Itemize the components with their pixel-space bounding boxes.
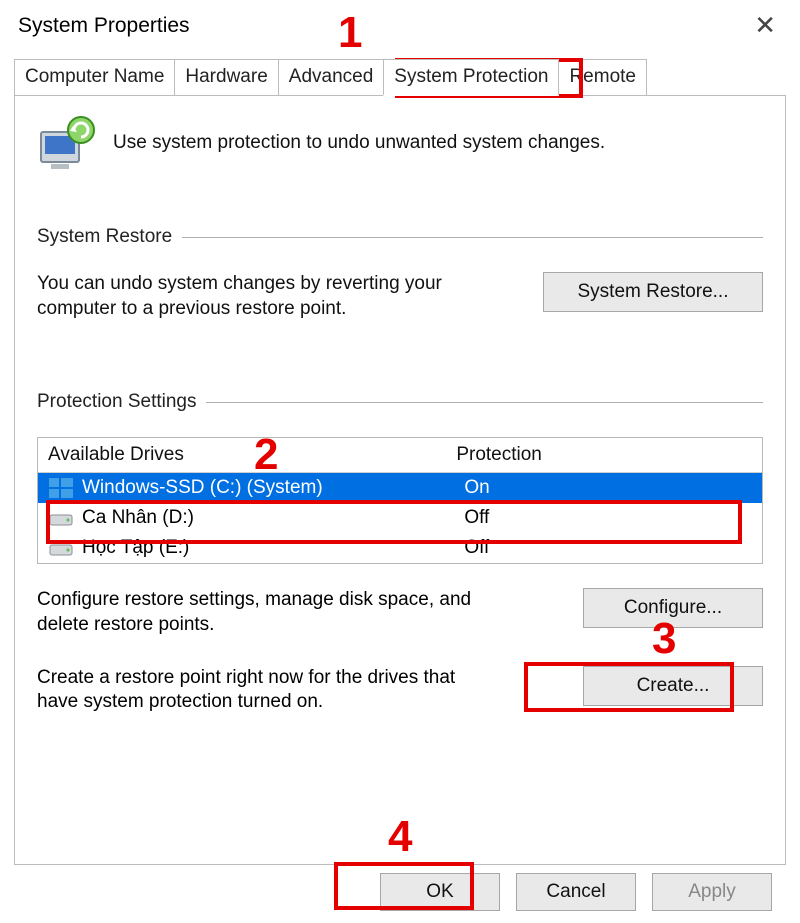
intro-text: Use system protection to undo unwanted s… <box>113 132 605 154</box>
group-protection-title: Protection Settings <box>37 391 196 413</box>
drive-row[interactable]: Học Tập (E:) Off <box>38 533 762 563</box>
cancel-button[interactable]: Cancel <box>516 873 636 911</box>
system-protection-icon <box>37 114 97 172</box>
drives-listbox: Available Drives Protection Windows-SSD … <box>37 437 763 564</box>
tab-hardware[interactable]: Hardware <box>174 59 278 96</box>
drive-label: Ca Nhân (D:) <box>82 507 456 529</box>
system-restore-button[interactable]: System Restore... <box>543 272 763 312</box>
group-restore-title: System Restore <box>37 226 172 248</box>
tab-computer-name[interactable]: Computer Name <box>14 59 175 96</box>
drive-protection: Off <box>464 507 752 529</box>
drive-label: Học Tập (E:) <box>82 537 456 559</box>
tab-remote[interactable]: Remote <box>558 59 647 96</box>
configure-description: Configure restore settings, manage disk … <box>37 588 487 637</box>
configure-button[interactable]: Configure... <box>583 588 763 628</box>
ok-button[interactable]: OK <box>380 873 500 911</box>
apply-button[interactable]: Apply <box>652 873 772 911</box>
create-button[interactable]: Create... <box>583 666 763 706</box>
drive-protection: Off <box>464 537 752 559</box>
create-description: Create a restore point right now for the… <box>37 666 487 715</box>
drive-protection: On <box>464 477 752 499</box>
tab-advanced[interactable]: Advanced <box>278 59 385 96</box>
windows-drive-icon <box>48 477 74 499</box>
drive-row[interactable]: Ca Nhân (D:) Off <box>38 503 762 533</box>
hdd-icon <box>48 537 74 559</box>
close-icon[interactable]: ✕ <box>744 8 786 43</box>
col-header-drives: Available Drives <box>48 444 456 466</box>
window-title: System Properties <box>18 14 190 38</box>
hdd-icon <box>48 507 74 529</box>
restore-description: You can undo system changes by reverting… <box>37 272 457 321</box>
tab-content: Use system protection to undo unwanted s… <box>14 95 786 865</box>
tab-strip: Computer Name Hardware Advanced System P… <box>14 59 800 96</box>
drive-row[interactable]: Windows-SSD (C:) (System) On <box>38 473 762 503</box>
tab-system-protection[interactable]: System Protection <box>383 59 559 96</box>
drive-label: Windows-SSD (C:) (System) <box>82 477 456 499</box>
col-header-protection: Protection <box>456 444 752 466</box>
